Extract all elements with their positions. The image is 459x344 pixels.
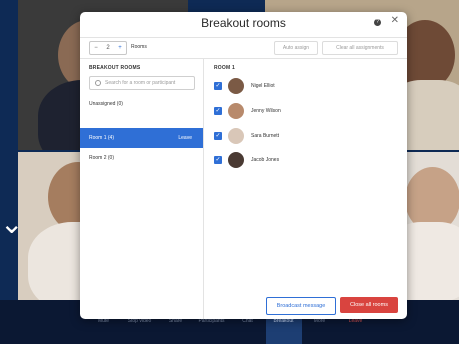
participant-checkbox[interactable]: ✓: [214, 132, 222, 140]
search-icon: [95, 79, 101, 86]
room-count-value: 2: [106, 45, 110, 51]
auto-assign-button[interactable]: Auto assign: [274, 41, 318, 55]
participant-row: ✓ Sara Burnett: [214, 128, 334, 144]
dialog-footer: Broadcast message Close all rooms: [80, 293, 407, 319]
participant-row: ✓ Nigel Elliot: [214, 78, 334, 94]
dialog-title: Breakout rooms: [201, 16, 286, 30]
breakout-rooms-list: BREAKOUT ROOMS Search for a room or part…: [80, 58, 204, 319]
clear-assignments-button[interactable]: Clear all assignments: [322, 41, 398, 55]
group-label: Room 2 (0): [89, 155, 115, 161]
leave-room-button[interactable]: Leave: [178, 128, 192, 148]
minus-icon[interactable]: −: [90, 42, 102, 54]
group-room-2[interactable]: Room 2 (0): [80, 150, 203, 166]
plus-icon[interactable]: +: [114, 42, 126, 54]
group-label: Unassigned (0): [89, 101, 123, 107]
participant-checkbox[interactable]: ✓: [214, 156, 222, 164]
search-placeholder: Search for a room or participant: [105, 80, 176, 86]
group-label: Room 1 (4): [89, 135, 115, 141]
participant-name: Jacob Jones: [251, 157, 280, 163]
group-unassigned[interactable]: Unassigned (0): [80, 96, 203, 112]
avatar: [228, 128, 244, 144]
avatar: [228, 103, 244, 119]
participant-checkbox[interactable]: ✓: [214, 107, 222, 115]
participant-name: Nigel Elliot: [251, 83, 275, 89]
breakout-rooms-heading: BREAKOUT ROOMS: [89, 65, 141, 71]
broadcast-message-button[interactable]: Broadcast message: [266, 297, 336, 315]
close-all-rooms-button[interactable]: Close all rooms: [340, 297, 398, 313]
close-icon[interactable]: ✕: [391, 15, 399, 26]
chevron-right-icon: ⌄: [0, 208, 24, 239]
breakout-rooms-dialog: Breakout rooms ? ✕ − 2 + Rooms Auto assi…: [80, 12, 407, 319]
avatar: [228, 152, 244, 168]
group-room-1[interactable]: Room 1 (4) Leave: [80, 128, 203, 148]
avatar: [228, 78, 244, 94]
room-count-stepper[interactable]: − 2 +: [89, 41, 127, 55]
participant-checkbox[interactable]: ✓: [214, 82, 222, 90]
participant-row: ✓ Jenny Wilson: [214, 103, 334, 119]
room-participants-pane: ROOM 1 ✓ Nigel Elliot ✓ Jenny Wilson ✓ S…: [204, 58, 407, 319]
room-heading: ROOM 1: [214, 65, 235, 71]
participant-name: Sara Burnett: [251, 133, 280, 139]
participant-row: ✓ Jacob Jones: [214, 152, 334, 168]
search-input[interactable]: Search for a room or participant: [89, 76, 195, 90]
participant-name: Jenny Wilson: [251, 108, 281, 114]
rooms-label: Rooms: [131, 44, 147, 50]
question-circle-icon[interactable]: ?: [374, 19, 381, 26]
dialog-toolbar: − 2 + Rooms Auto assign Clear all assign…: [80, 37, 407, 59]
